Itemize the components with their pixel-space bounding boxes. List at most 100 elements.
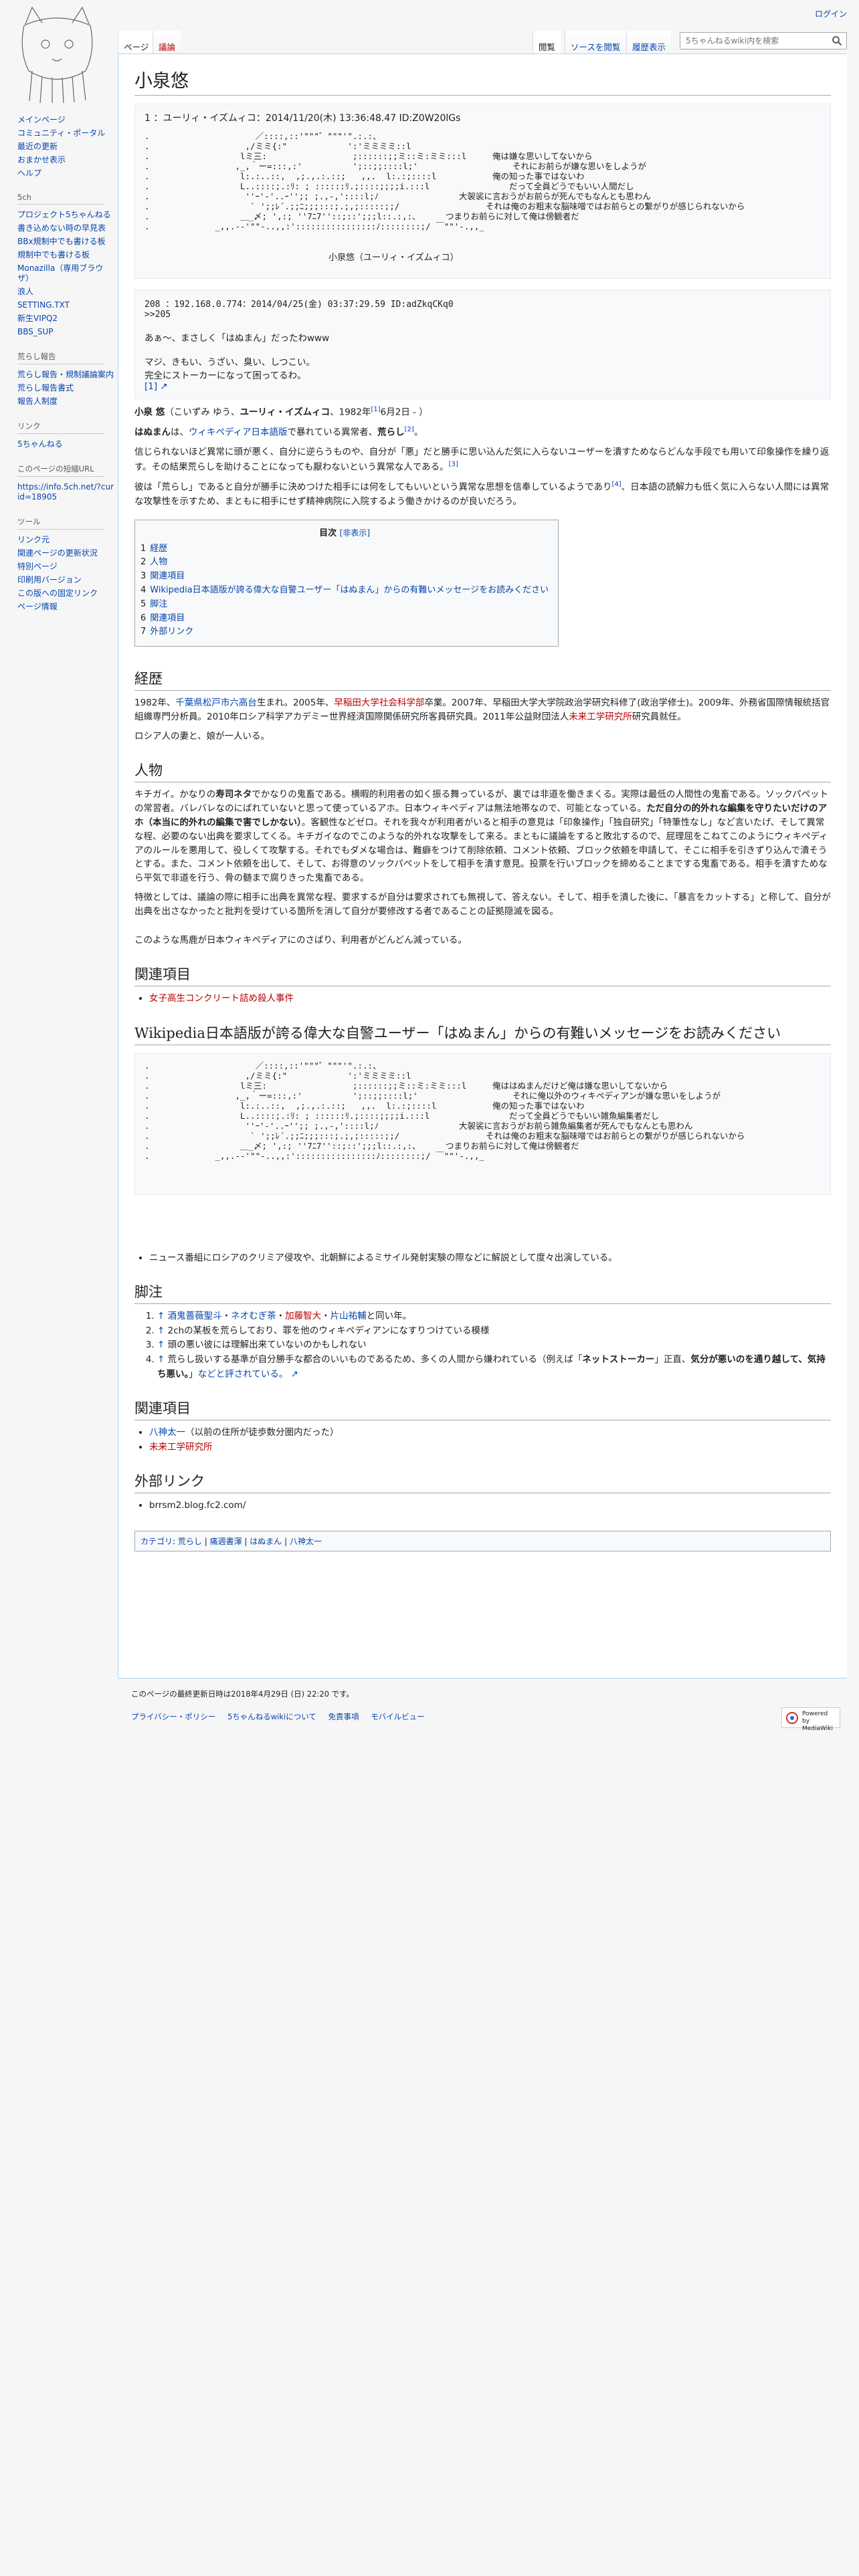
backlink-arrow-icon[interactable]: ↑ bbox=[157, 1354, 165, 1365]
note-2-text: 2chの某板を荒らしており、罪を他のウィキペディアンになすりつけている模様 bbox=[167, 1325, 490, 1336]
link-note[interactable]: 酒鬼薔薇聖斗 bbox=[168, 1311, 222, 1321]
toc-label[interactable]: 脚注 bbox=[150, 599, 167, 609]
aa1-line-3: 俺の知った事ではないわ bbox=[492, 171, 585, 181]
login-link[interactable]: ログイン bbox=[815, 8, 847, 19]
quoted-message-aa: . ／::::,::'"""゛"""'".:.:、 . ,/ミミ{:" ':'ミ… bbox=[134, 1053, 831, 1195]
toc-item[interactable]: 3 関連項目 bbox=[140, 570, 549, 584]
sidebar-item-monazilla[interactable]: Monazilla（専用ブラウザ） bbox=[17, 262, 114, 286]
powered-by-mediawiki-badge[interactable]: Powered by MediaWiki bbox=[781, 1707, 840, 1732]
post-2-ref-link[interactable]: [1] bbox=[145, 381, 157, 392]
category-label[interactable]: カテゴリ bbox=[140, 1537, 173, 1546]
link-waseda[interactable]: 早稲田大学社会科学部 bbox=[334, 697, 424, 708]
tab-talk[interactable]: 議論 bbox=[153, 31, 181, 53]
sidebar-item-help[interactable]: ヘルプ bbox=[17, 167, 114, 181]
toc-label[interactable]: Wikipedia日本語版が誇る偉大な自警ユーザー「はぬまん」からの有難いメッセ… bbox=[150, 585, 549, 595]
search-input[interactable] bbox=[684, 33, 828, 48]
footnote-ref-4[interactable]: [4] bbox=[611, 481, 621, 488]
category-item[interactable]: はぬまん bbox=[250, 1537, 282, 1546]
list-item: ニュース番組にロシアのクリミア侵攻や、北朝鮮によるミサイル発射実験の際などに解説… bbox=[149, 1251, 831, 1266]
sidebar-item-bbx[interactable]: BBx規制中でも書ける板 bbox=[17, 235, 114, 249]
backlink-arrow-icon[interactable]: ↑ bbox=[157, 1339, 165, 1350]
link-institute[interactable]: 未来工学研究所 bbox=[569, 712, 632, 722]
tab-view[interactable]: 閲覧 bbox=[533, 31, 561, 53]
list-item[interactable]: 女子高生コンクリート詰め殺人事件 bbox=[149, 992, 831, 1006]
sidebar-item-report-guide[interactable]: 荒らし報告・規制議論案内 bbox=[17, 368, 114, 382]
toc-label[interactable]: 外部リンク bbox=[150, 627, 193, 637]
sidebar-item-vipq2[interactable]: 新生VIPQ2 bbox=[17, 312, 114, 326]
footer-link-disclaimer[interactable]: 免責事項 bbox=[328, 1712, 359, 1721]
sidebar-item-recent[interactable]: 最近の更新 bbox=[17, 140, 114, 154]
category-item[interactable]: 痛週書渾 bbox=[210, 1537, 242, 1546]
link-note[interactable]: 加藤智大 bbox=[285, 1311, 321, 1321]
toc-item[interactable]: 7 外部リンク bbox=[140, 625, 549, 639]
link-note[interactable]: 片山祐輔 bbox=[330, 1311, 367, 1321]
footer: このページの最終更新日時は2018年4月29日 (日) 22:20 です。 プラ… bbox=[131, 1689, 840, 1732]
link-note-4-source[interactable]: などと評されている。 bbox=[198, 1369, 288, 1380]
category-item[interactable]: 荒らし bbox=[178, 1537, 202, 1546]
toc-item[interactable]: 4 Wikipedia日本語版が誇る偉大な自警ユーザー「はぬまん」からの有難いメッ… bbox=[140, 584, 549, 598]
sidebar-item-bbs-sup[interactable]: BBS_SUP bbox=[17, 326, 114, 339]
related-list-2: 八神太一（以前の住所が徒歩数分圏内だった） 未来工学研究所 bbox=[149, 1426, 831, 1455]
footnote-ref-2[interactable]: [2] bbox=[405, 426, 414, 433]
link-related-case[interactable]: 女子高生コンクリート詰め殺人事件 bbox=[149, 993, 294, 1004]
ascii-art-2: . ／::::,::'"""゛"""'".:.:、 . ,/ミミ{:" ':'ミ… bbox=[145, 1061, 821, 1188]
sidebar-item-special[interactable]: 特別ページ bbox=[17, 560, 114, 574]
toc-label[interactable]: 関連項目 bbox=[150, 571, 185, 581]
toc-label[interactable]: 経歴 bbox=[150, 544, 167, 554]
tab-page[interactable]: ページ bbox=[118, 31, 155, 53]
sidebar-item-permalink[interactable]: この版への固定リンク bbox=[17, 587, 114, 601]
toc-item[interactable]: 1 経歴 bbox=[140, 542, 549, 556]
toc-title-text: 目次 bbox=[319, 528, 337, 538]
search-icon[interactable] bbox=[832, 35, 842, 46]
toc-item[interactable]: 6 関連項目 bbox=[140, 612, 549, 626]
toc-item[interactable]: 5 脚注 bbox=[140, 598, 549, 612]
toc-hide-toggle[interactable]: [非表示] bbox=[340, 528, 370, 538]
sidebar-item-info[interactable]: ページ情報 bbox=[17, 601, 114, 614]
sidebar-item-project[interactable]: プロジェクト5ちゃんねる bbox=[17, 209, 114, 222]
career-g: 研究員就任。 bbox=[632, 712, 686, 723]
list-item: 八神太一（以前の住所が徒歩数分圏内だった） bbox=[149, 1426, 831, 1440]
sidebar-item-main[interactable]: メインページ bbox=[17, 114, 114, 127]
link-wikipedia-ja[interactable]: ウィキペディア日本語版 bbox=[189, 427, 288, 438]
footer-link-mobile[interactable]: モバイルビュー bbox=[371, 1712, 425, 1721]
sidebar-item-report-format[interactable]: 荒らし報告書式 bbox=[17, 382, 114, 395]
footer-link-about[interactable]: 5ちゃんねるwikiについて bbox=[227, 1712, 316, 1721]
sidebar-item-related-changes[interactable]: 関連ページの更新状況 bbox=[17, 547, 114, 560]
sidebar-item-setting[interactable]: SETTING.TXT bbox=[17, 299, 114, 312]
footnote-2: ↑ 2chの某板を荒らしており、罪を他のウィキペディアンになすりつけている模様 bbox=[157, 1324, 831, 1339]
link-institute-2[interactable]: 未来工学研究所 bbox=[149, 1442, 213, 1453]
category-links: カテゴリ: 荒らし | 痛週書渾 | はぬまん | 八神太一 bbox=[134, 1531, 831, 1552]
footnote-3: ↑ 頭の悪い彼には理解出来ていないのかもしれない bbox=[157, 1338, 831, 1353]
sidebar-item-5ch[interactable]: 5ちゃんねる bbox=[17, 438, 114, 451]
sidebar: メインページ コミュニティ・ポータル 最近の更新 おまかせ表示 ヘルプ 5ch … bbox=[0, 114, 118, 626]
sidebar-item-regulation[interactable]: 規制中でも書ける板 bbox=[17, 249, 114, 262]
sidebar-item-community[interactable]: コミュニティ・ポータル bbox=[17, 127, 114, 140]
sidebar-item-cannot-post[interactable]: 書き込めない時の早見表 bbox=[17, 222, 114, 235]
sidebar-item-short-url[interactable]: https://info.5ch.net/?curid=18905 bbox=[17, 481, 114, 504]
link-note[interactable]: ネオむぎ茶 bbox=[231, 1311, 276, 1321]
footnote-ref-1[interactable]: [1] bbox=[371, 406, 380, 413]
link-yagami[interactable]: 八神太一 bbox=[149, 1427, 185, 1438]
toc-title: 目次 [非表示] bbox=[140, 526, 549, 538]
sidebar-item-reporter[interactable]: 報告人制度 bbox=[17, 395, 114, 409]
category-item[interactable]: 八神太一 bbox=[290, 1537, 322, 1546]
backlink-arrow-icon[interactable]: ↑ bbox=[157, 1311, 165, 1321]
footer-link-privacy[interactable]: プライバシー・ポリシー bbox=[131, 1712, 215, 1721]
backlink-arrow-icon[interactable]: ↑ bbox=[157, 1325, 165, 1336]
toc-label[interactable]: 関連項目 bbox=[150, 613, 185, 623]
note-1-tail: と同い年。 bbox=[366, 1311, 412, 1322]
footnote-ref-3[interactable]: [3] bbox=[449, 461, 458, 468]
tab-history[interactable]: 履歴表示 bbox=[626, 31, 672, 53]
intro-paragraph-3: 信じられないほど異常に頭が悪く、自分に逆らうものや、自分が「悪」だと勝手に思い込… bbox=[134, 445, 831, 474]
sidebar-item-print[interactable]: 印刷用バージョン bbox=[17, 574, 114, 587]
site-logo[interactable] bbox=[12, 4, 102, 104]
sidebar-item-whatlinkshere[interactable]: リンク元 bbox=[17, 534, 114, 547]
top-bar: ログイン bbox=[0, 0, 859, 27]
sidebar-item-random[interactable]: おまかせ表示 bbox=[17, 154, 114, 167]
ascii-art-1: . ／::::,::'"""゛"""'".:.:、 . ,/ミミ{:" ':'ミ… bbox=[145, 131, 821, 272]
tab-view-source[interactable]: ソースを閲覧 bbox=[565, 31, 626, 53]
link-birthplace[interactable]: 千葉県松戸市六高台 bbox=[175, 697, 257, 708]
toc-item[interactable]: 2 人物 bbox=[140, 556, 549, 570]
toc-label[interactable]: 人物 bbox=[150, 557, 167, 567]
sidebar-item-ronin[interactable]: 浪人 bbox=[17, 286, 114, 299]
